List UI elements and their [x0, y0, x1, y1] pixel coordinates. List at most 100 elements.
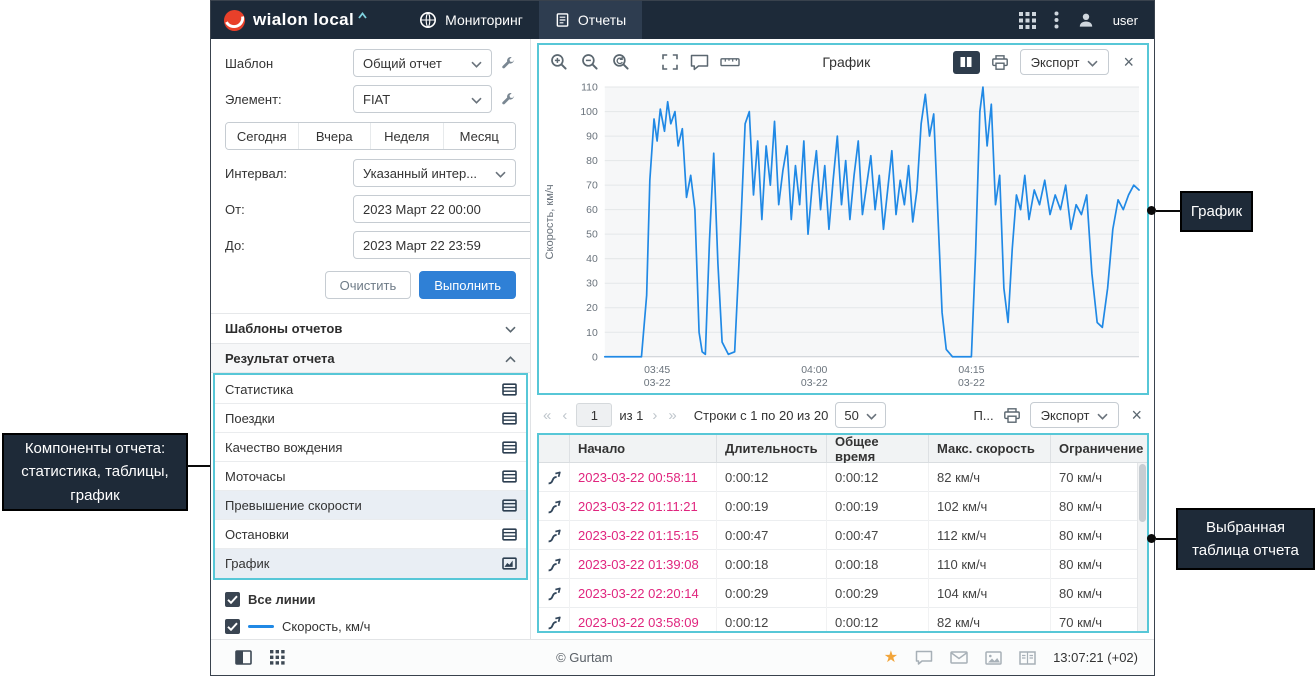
- cell-start: 2023-03-22 00:58:11: [569, 463, 716, 492]
- table-row[interactable]: 2023-03-22 00:58:110:00:120:00:1282 км/ч…: [539, 463, 1147, 492]
- from-input[interactable]: [353, 195, 531, 223]
- cell-max-speed: 104 км/ч: [928, 579, 1050, 608]
- chart-export-button[interactable]: Экспорт: [1020, 49, 1110, 75]
- legend-toggle-button[interactable]: [953, 51, 980, 74]
- first-page-icon[interactable]: «: [541, 407, 553, 424]
- range-week-button[interactable]: Неделя: [370, 123, 443, 149]
- user-icon[interactable]: [1077, 11, 1095, 29]
- speed-chart[interactable]: 010203040506070809010011003:4503-2204:00…: [539, 79, 1147, 393]
- report-component-item[interactable]: Остановки: [215, 520, 526, 549]
- chat-icon[interactable]: [915, 650, 933, 666]
- svg-text:03-22: 03-22: [801, 377, 828, 389]
- kebab-menu-icon[interactable]: [1054, 11, 1059, 29]
- print-icon[interactable]: [1003, 407, 1021, 424]
- image-icon[interactable]: [985, 651, 1002, 665]
- zoom-out-icon[interactable]: [580, 52, 600, 72]
- print-icon[interactable]: [991, 54, 1009, 71]
- table-icon: [502, 470, 517, 483]
- tab-label: Отчеты: [578, 12, 626, 28]
- cell-duration: 0:00:12: [716, 463, 826, 492]
- range-yesterday-button[interactable]: Вчера: [298, 123, 371, 149]
- interval-select[interactable]: Указанный интер...: [353, 159, 516, 187]
- cell-total-time: 0:00:12: [826, 608, 928, 631]
- page-number-input[interactable]: [576, 403, 612, 427]
- clear-button[interactable]: Очистить: [325, 271, 412, 299]
- table-icon: [502, 499, 517, 512]
- to-label: До:: [225, 238, 353, 253]
- grid-view-icon[interactable]: [270, 650, 285, 665]
- table-toolbar: « ‹ из 1 › » Строки с 1 по 20 из 20 50 П…: [537, 397, 1149, 433]
- prev-page-icon[interactable]: ‹: [560, 407, 569, 424]
- svg-text:20: 20: [586, 302, 598, 314]
- app-header: wialon local Мониторинг Отчеты: [211, 1, 1154, 39]
- cell-max-speed: 82 км/ч: [928, 608, 1050, 631]
- zoom-in-icon[interactable]: [549, 52, 569, 72]
- panels-toggle-icon[interactable]: [235, 650, 252, 665]
- speed-line-swatch: [248, 625, 274, 628]
- cell-start: 2023-03-22 01:39:08: [569, 550, 716, 579]
- callout-connector-line: [1156, 210, 1181, 212]
- table-row[interactable]: 2023-03-22 03:58:090:00:120:00:1282 км/ч…: [539, 608, 1147, 631]
- screenshot-canvas: Компоненты отчета: статистика, таблицы, …: [0, 0, 1315, 676]
- fullscreen-icon[interactable]: [661, 53, 679, 71]
- table-close-icon[interactable]: ×: [1128, 406, 1145, 424]
- page-size-select[interactable]: 50: [835, 402, 885, 428]
- ruler-icon[interactable]: [720, 55, 740, 69]
- tab-monitoring[interactable]: Мониторинг: [403, 1, 539, 39]
- table-row[interactable]: 2023-03-22 01:15:150:00:470:00:47112 км/…: [539, 521, 1147, 550]
- column-header-duration[interactable]: Длительность: [716, 435, 826, 462]
- news-icon[interactable]: [1019, 651, 1036, 665]
- template-select[interactable]: Общий отчет: [353, 49, 492, 77]
- comment-icon[interactable]: [690, 54, 709, 71]
- star-icon[interactable]: ★: [884, 650, 898, 666]
- report-component-item[interactable]: Моточасы: [215, 462, 526, 491]
- wrench-icon[interactable]: [501, 92, 516, 107]
- report-component-item[interactable]: Качество вождения: [215, 433, 526, 462]
- column-header-limit[interactable]: Ограничение: [1050, 435, 1149, 462]
- template-row: Шаблон Общий отчет: [225, 49, 516, 77]
- range-month-button[interactable]: Месяц: [443, 123, 516, 149]
- section-report-result[interactable]: Результат отчета: [211, 343, 530, 373]
- unit-label: Элемент:: [225, 92, 353, 107]
- export-label: Экспорт: [1031, 55, 1080, 70]
- column-header-total-time[interactable]: Общее время: [826, 435, 928, 462]
- table-export-button[interactable]: Экспорт: [1030, 402, 1120, 428]
- table-scrollbar-thumb[interactable]: [1139, 464, 1146, 522]
- execute-button[interactable]: Выполнить: [419, 271, 516, 299]
- user-name[interactable]: user: [1113, 13, 1138, 28]
- section-report-templates[interactable]: Шаблоны отчетов: [211, 313, 530, 343]
- svg-text:100: 100: [580, 106, 598, 118]
- table-row[interactable]: 2023-03-22 02:20:140:00:290:00:29104 км/…: [539, 579, 1147, 608]
- all-lines-checkbox[interactable]: [225, 592, 240, 607]
- to-input[interactable]: [353, 231, 531, 259]
- unit-select[interactable]: FIAT: [353, 85, 492, 113]
- column-header-max-speed[interactable]: Макс. скорость: [928, 435, 1050, 462]
- table-row[interactable]: 2023-03-22 01:39:080:00:180:00:18110 км/…: [539, 550, 1147, 579]
- zoom-reset-icon[interactable]: [611, 52, 631, 72]
- apps-grid-icon[interactable]: [1019, 12, 1036, 29]
- table-scrollbar[interactable]: [1137, 463, 1147, 631]
- range-today-button[interactable]: Сегодня: [226, 123, 298, 149]
- table-row[interactable]: 2023-03-22 01:11:210:00:190:00:19102 км/…: [539, 492, 1147, 521]
- svg-text:90: 90: [586, 131, 598, 143]
- svg-text:110: 110: [581, 82, 598, 94]
- column-header-start[interactable]: Начало: [569, 435, 716, 462]
- report-component-item[interactable]: Статистика: [215, 375, 526, 404]
- cell-start: 2023-03-22 03:58:09: [569, 608, 716, 631]
- wrench-icon[interactable]: [501, 56, 516, 71]
- cell-max-speed: 82 км/ч: [928, 463, 1050, 492]
- chart-close-icon[interactable]: ×: [1120, 53, 1137, 71]
- cell-max-speed: 112 км/ч: [928, 521, 1050, 550]
- from-label: От:: [225, 202, 353, 217]
- speed-series-checkbox[interactable]: [225, 619, 240, 634]
- tab-reports[interactable]: Отчеты: [539, 1, 642, 39]
- all-lines-label: Все линии: [248, 592, 316, 607]
- mail-icon[interactable]: [950, 651, 968, 664]
- next-page-icon[interactable]: ›: [650, 407, 659, 424]
- report-component-item[interactable]: Превышение скорости: [215, 491, 526, 520]
- report-component-item[interactable]: Поездки: [215, 404, 526, 433]
- report-component-label: Моточасы: [225, 469, 286, 484]
- report-component-item[interactable]: График: [215, 549, 526, 578]
- quick-ranges: Сегодня Вчера Неделя Месяц: [225, 122, 516, 150]
- last-page-icon[interactable]: »: [666, 407, 678, 424]
